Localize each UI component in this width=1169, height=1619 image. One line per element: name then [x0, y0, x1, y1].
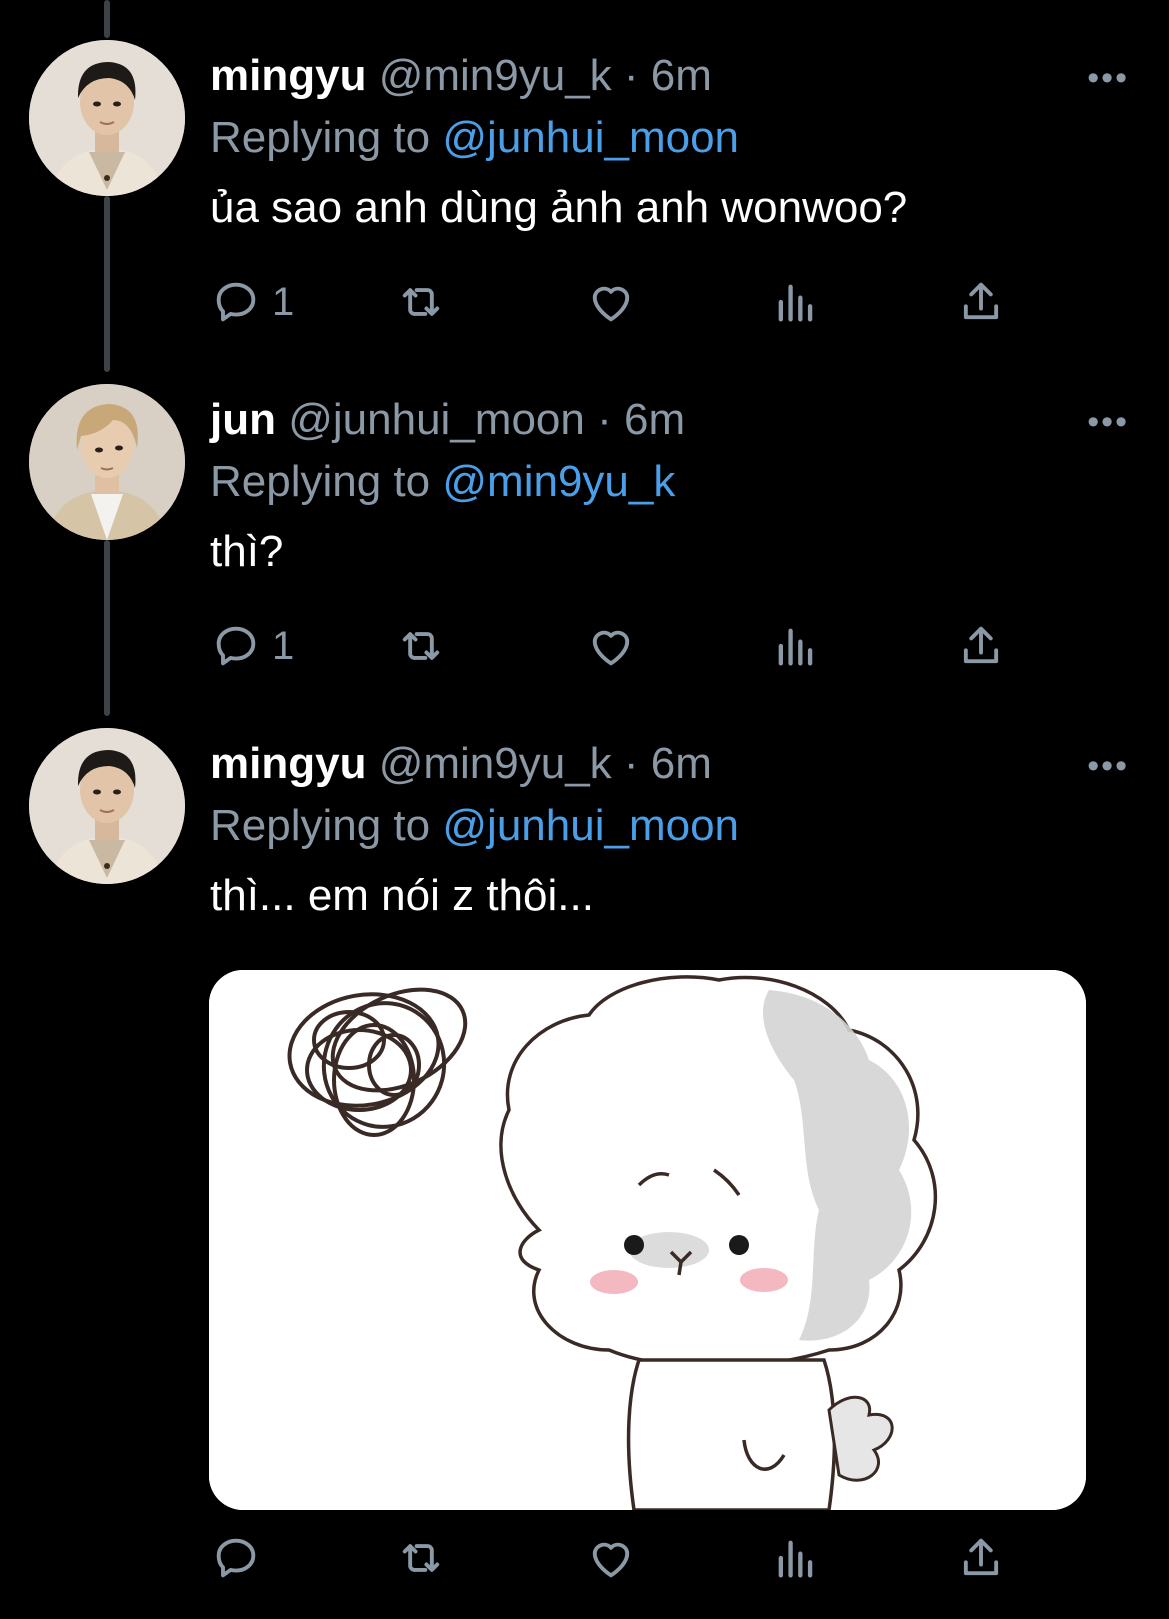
more-icon[interactable]: ••• [1087, 746, 1129, 786]
like-button[interactable] [585, 1528, 637, 1588]
user-handle[interactable]: @junhui_moon [288, 395, 585, 444]
share-button[interactable] [955, 1528, 1007, 1588]
tweet[interactable]: mingyu @min9yu_k · 6m ••• Replying to @j… [0, 40, 1169, 340]
like-icon [592, 1542, 630, 1578]
like-button[interactable] [585, 272, 637, 332]
mention-link[interactable]: @junhui_moon [442, 113, 739, 162]
tweet-media-image[interactable] [209, 970, 1086, 1510]
reply-button[interactable]: 1 [210, 272, 294, 332]
separator-dot: · [623, 739, 639, 788]
separator-dot: · [597, 395, 612, 444]
separator-dot: · [623, 51, 639, 100]
tweet[interactable]: jun @junhui_moon · 6m ••• Replying to @m… [0, 384, 1169, 684]
action-bar: 1 [210, 616, 1050, 676]
mention-link[interactable]: @min9yu_k [442, 457, 675, 506]
tweet-text: ủa sao anh dùng ảnh anh wonwoo? [210, 183, 908, 232]
replying-prefix: Replying to [210, 801, 431, 850]
retweet-button[interactable] [395, 1528, 447, 1588]
like-button[interactable] [585, 616, 637, 676]
share-button[interactable] [955, 616, 1007, 676]
replying-to: Replying to @min9yu_k [210, 454, 675, 510]
retweet-icon [402, 1544, 440, 1572]
tweet-text: thì... em nói z thôi... [210, 871, 594, 920]
replying-prefix: Replying to [210, 457, 431, 506]
share-icon [963, 626, 999, 664]
timestamp[interactable]: 6m [651, 51, 712, 100]
retweet-button[interactable] [395, 272, 447, 332]
thread-line-top [104, 0, 110, 38]
reply-icon [216, 282, 256, 322]
display-name[interactable]: mingyu [210, 51, 366, 100]
mention-link[interactable]: @junhui_moon [442, 801, 739, 850]
action-bar [210, 1528, 1050, 1588]
like-icon [592, 630, 630, 666]
avatar-mingyu[interactable] [29, 40, 185, 196]
more-icon[interactable]: ••• [1087, 58, 1129, 98]
more-icon[interactable]: ••• [1087, 402, 1129, 442]
retweet-button[interactable] [395, 616, 447, 676]
views-button[interactable] [770, 1528, 822, 1588]
user-handle[interactable]: @min9yu_k [379, 51, 612, 100]
timestamp[interactable]: 6m [624, 395, 685, 444]
reply-button[interactable] [210, 1528, 272, 1588]
share-button[interactable] [955, 272, 1007, 332]
share-icon [963, 282, 999, 320]
action-bar: 1 [210, 272, 1050, 332]
sad-dog-sticker-image [209, 970, 1086, 1510]
tweet-header: mingyu @min9yu_k · 6m [210, 736, 712, 792]
views-button[interactable] [770, 272, 822, 332]
tweet-text: thì? [210, 527, 284, 576]
retweet-icon [402, 632, 440, 660]
replying-to: Replying to @junhui_moon [210, 110, 739, 166]
views-icon [778, 628, 813, 666]
reply-icon [216, 1538, 256, 1578]
tweet[interactable]: mingyu @min9yu_k · 6m ••• Replying to @j… [0, 728, 1169, 1608]
replying-to: Replying to @junhui_moon [210, 798, 739, 854]
reply-button[interactable]: 1 [210, 616, 294, 676]
views-icon [778, 1540, 813, 1578]
replying-prefix: Replying to [210, 113, 431, 162]
like-icon [592, 286, 630, 322]
tweet-header: mingyu @min9yu_k · 6m [210, 48, 712, 104]
views-button[interactable] [770, 616, 822, 676]
reply-count: 1 [272, 623, 295, 668]
avatar-jun[interactable] [29, 384, 185, 540]
avatar-mingyu[interactable] [29, 728, 185, 884]
tweet-header: jun @junhui_moon · 6m [210, 392, 685, 448]
reply-count: 1 [272, 279, 295, 324]
views-icon [778, 284, 813, 322]
user-handle[interactable]: @min9yu_k [379, 739, 612, 788]
share-icon [963, 1538, 999, 1576]
reply-icon [216, 626, 256, 666]
display-name[interactable]: mingyu [210, 739, 366, 788]
timestamp[interactable]: 6m [651, 739, 712, 788]
display-name[interactable]: jun [210, 395, 276, 444]
retweet-icon [402, 288, 440, 316]
